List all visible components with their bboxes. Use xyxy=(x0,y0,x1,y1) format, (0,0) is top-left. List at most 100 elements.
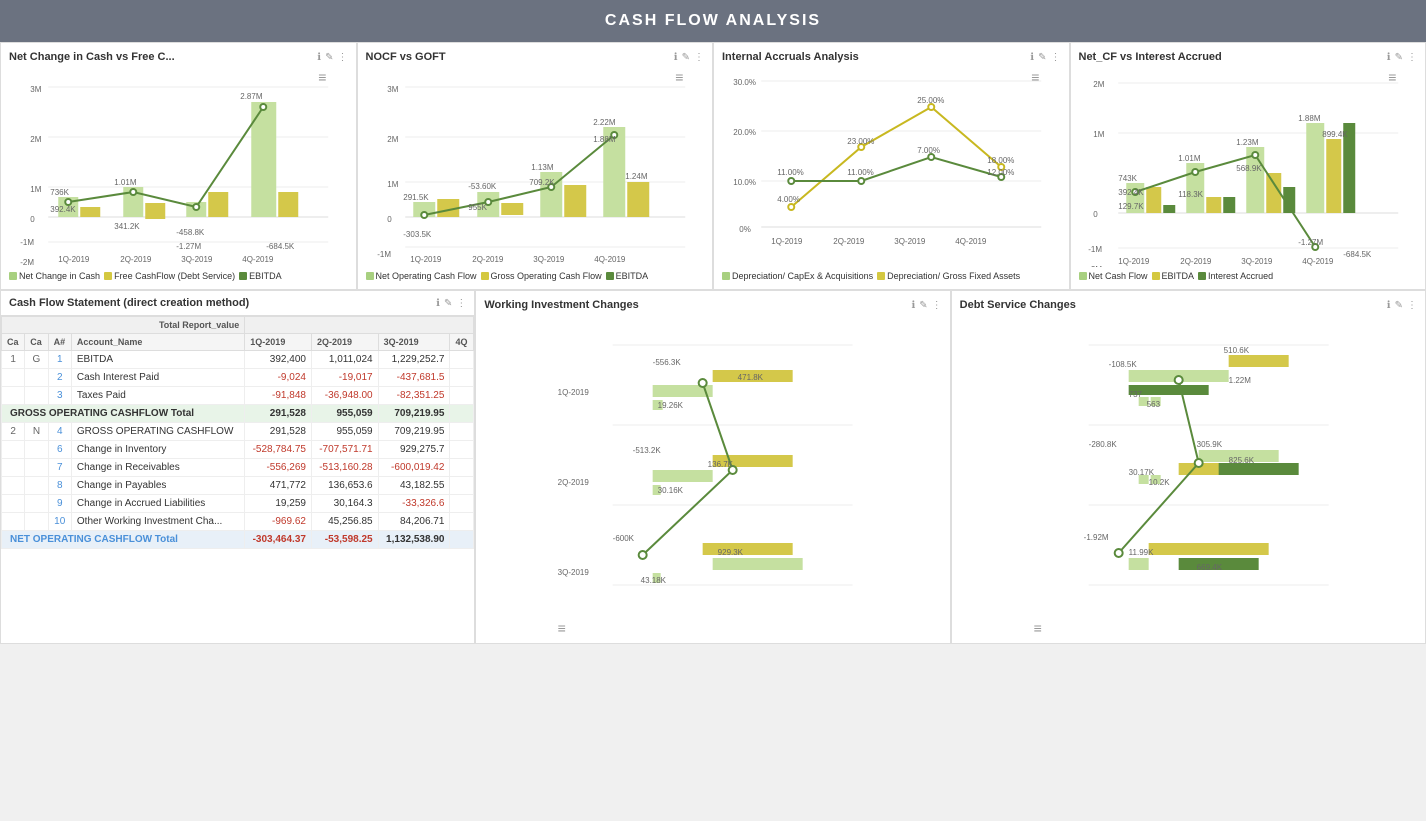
svg-text:-513.2K: -513.2K xyxy=(633,446,662,455)
info-icon6[interactable]: ℹ xyxy=(1387,300,1391,311)
chart1-area: 3M 2M 1M 0 -1M -2M xyxy=(9,67,348,267)
col-acc-num: A# xyxy=(48,334,71,351)
report-value-header: Total Report_value xyxy=(2,317,245,334)
svg-text:0: 0 xyxy=(387,215,392,224)
edit-icon6[interactable]: ✎ xyxy=(1395,300,1403,311)
info-icon4[interactable]: ℹ xyxy=(1387,52,1391,63)
cashflow-table: Total Report_value Ca Ca A# Account_Name… xyxy=(1,316,474,549)
chart6-icons[interactable]: ℹ ✎ ⋮ xyxy=(1387,300,1417,311)
svg-text:709.2K: 709.2K xyxy=(529,178,555,187)
info-icon3[interactable]: ℹ xyxy=(1030,52,1034,63)
col-acc-name: Account_Name xyxy=(71,334,244,351)
chart-nocf-goft: NOCF vs GOFT ℹ ✎ ⋮ 3M 2M 1M 0 -1M xyxy=(357,42,714,290)
chart4-icons[interactable]: ℹ ✎ ⋮ xyxy=(1387,52,1417,63)
chart3-title: Internal Accruals Analysis xyxy=(722,51,859,63)
table-info-icon[interactable]: ℹ xyxy=(436,298,440,309)
svg-text:20.0%: 20.0% xyxy=(733,128,756,137)
chart-net-cf-interest: Net_CF vs Interest Accrued ℹ ✎ ⋮ 2M 1M 0… xyxy=(1070,42,1426,290)
svg-text:2Q-2019: 2Q-2019 xyxy=(120,255,152,264)
svg-text:-684.5K: -684.5K xyxy=(1343,250,1372,259)
chart5-title: Working Investment Changes xyxy=(484,299,638,311)
table-row: 10 Other Working Investment Cha... -969.… xyxy=(2,513,474,531)
svg-text:≡: ≡ xyxy=(1033,620,1041,635)
svg-text:1.13M: 1.13M xyxy=(531,163,554,172)
menu-icon5[interactable]: ⋮ xyxy=(932,300,942,311)
chart2-area: 3M 2M 1M 0 -1M xyxy=(366,67,705,267)
edit-icon4[interactable]: ✎ xyxy=(1395,52,1403,63)
menu-icon[interactable]: ⋮ xyxy=(338,52,348,63)
svg-text:23.00%: 23.00% xyxy=(847,137,874,146)
info-icon2[interactable]: ℹ xyxy=(674,52,678,63)
svg-text:3M: 3M xyxy=(30,85,41,94)
chart4-area: 2M 1M 0 -1M -2M xyxy=(1079,67,1418,267)
chart5-icons[interactable]: ℹ ✎ ⋮ xyxy=(911,300,941,311)
svg-text:-556.3K: -556.3K xyxy=(653,358,682,367)
menu-icon3[interactable]: ⋮ xyxy=(1051,52,1061,63)
chart4-legend: Net Cash Flow EBITDA Interest Accrued xyxy=(1079,271,1418,281)
chart2-legend: Net Operating Cash Flow Gross Operating … xyxy=(366,271,705,281)
svg-text:1.22M: 1.22M xyxy=(1228,376,1251,385)
svg-text:899.4K: 899.4K xyxy=(1322,130,1348,139)
menu-icon6[interactable]: ⋮ xyxy=(1407,300,1417,311)
chart-working-investment: Working Investment Changes ℹ ✎ ⋮ ≡ 1Q-20… xyxy=(475,290,950,644)
edit-icon2[interactable]: ✎ xyxy=(682,52,690,63)
svg-text:1.23M: 1.23M xyxy=(1236,138,1259,147)
chart2-icons[interactable]: ℹ ✎ ⋮ xyxy=(674,52,704,63)
menu-icon2[interactable]: ⋮ xyxy=(694,52,704,63)
svg-text:≡: ≡ xyxy=(558,620,566,635)
svg-text:7.00%: 7.00% xyxy=(917,146,940,155)
svg-text:136.7K: 136.7K xyxy=(708,460,734,469)
svg-text:10.2K: 10.2K xyxy=(1148,478,1170,487)
svg-text:129.7K: 129.7K xyxy=(1118,202,1144,211)
svg-text:30.16K: 30.16K xyxy=(658,486,684,495)
info-icon5[interactable]: ℹ xyxy=(911,300,915,311)
table-row: 8 Change in Payables 471,772 136,653.6 4… xyxy=(2,477,474,495)
table-edit-icon[interactable]: ✎ xyxy=(444,298,452,309)
chart3-icons[interactable]: ℹ ✎ ⋮ xyxy=(1030,52,1060,63)
table-menu-icon[interactable]: ⋮ xyxy=(456,298,466,309)
svg-text:-2M: -2M xyxy=(20,258,34,267)
table-row: 7 Change in Receivables -556,269 -513,16… xyxy=(2,459,474,477)
menu-icon4[interactable]: ⋮ xyxy=(1407,52,1417,63)
edit-icon[interactable]: ✎ xyxy=(325,52,333,63)
svg-text:1.88M: 1.88M xyxy=(1298,114,1321,123)
svg-text:-1M: -1M xyxy=(1088,245,1102,254)
svg-text:2Q-2019: 2Q-2019 xyxy=(472,255,504,264)
svg-text:3Q-2019: 3Q-2019 xyxy=(894,237,926,246)
svg-text:955K: 955K xyxy=(468,203,487,212)
svg-text:510.6K: 510.6K xyxy=(1223,346,1249,355)
chart-net-change-cash: Net Change in Cash vs Free C... ℹ ✎ ⋮ 3M… xyxy=(0,42,357,290)
chart-debt-service: Debt Service Changes ℹ ✎ ⋮ ≡ xyxy=(951,290,1426,644)
svg-text:471.8K: 471.8K xyxy=(738,373,764,382)
chart4-header: Net_CF vs Interest Accrued ℹ ✎ ⋮ xyxy=(1079,51,1418,63)
svg-text:1.01M: 1.01M xyxy=(114,178,137,187)
svg-text:2.87M: 2.87M xyxy=(240,92,263,101)
svg-text:669.4K: 669.4K xyxy=(1196,563,1222,572)
svg-text:≡: ≡ xyxy=(318,69,326,85)
svg-text:341.2K: 341.2K xyxy=(114,222,140,231)
chart1-icons[interactable]: ℹ ✎ ⋮ xyxy=(317,52,347,63)
col-q3: 3Q-2019 xyxy=(378,334,450,351)
info-icon[interactable]: ℹ xyxy=(317,52,321,63)
edit-icon5[interactable]: ✎ xyxy=(919,300,927,311)
svg-text:825.6K: 825.6K xyxy=(1228,456,1254,465)
svg-text:-600K: -600K xyxy=(613,534,635,543)
svg-text:118.3K: 118.3K xyxy=(1178,190,1203,199)
svg-text:-303.5K: -303.5K xyxy=(403,230,432,239)
svg-text:568.9K: 568.9K xyxy=(1236,164,1262,173)
svg-text:30.17K: 30.17K xyxy=(1128,468,1154,477)
svg-text:1M: 1M xyxy=(1093,130,1104,139)
svg-text:4Q-2019: 4Q-2019 xyxy=(955,237,987,246)
svg-text:-2M: -2M xyxy=(1088,265,1102,267)
svg-text:4Q-2019: 4Q-2019 xyxy=(242,255,274,264)
edit-icon3[interactable]: ✎ xyxy=(1038,52,1046,63)
svg-text:737: 737 xyxy=(1128,390,1142,399)
svg-text:305.9K: 305.9K xyxy=(1196,440,1222,449)
svg-text:736K: 736K xyxy=(50,188,69,197)
svg-text:929.3K: 929.3K xyxy=(718,548,744,557)
svg-text:1M: 1M xyxy=(30,185,41,194)
svg-text:-108.5K: -108.5K xyxy=(1108,360,1137,369)
chart6-title: Debt Service Changes xyxy=(960,299,1076,311)
svg-text:-280.8K: -280.8K xyxy=(1088,440,1117,449)
table-icons[interactable]: ℹ ✎ ⋮ xyxy=(436,298,466,309)
